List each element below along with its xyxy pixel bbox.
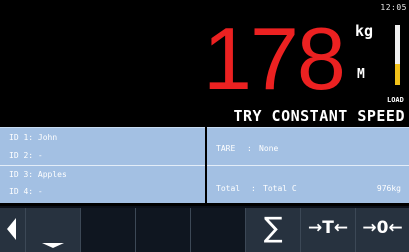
softkey-2[interactable] [80,208,135,252]
zero-icon: →0← [362,218,403,238]
prev-page-button[interactable] [0,208,25,252]
chevron-down-icon [42,243,64,248]
weight-unit: kg [355,22,374,40]
tare-button[interactable]: →T← [300,208,355,252]
mode-indicator: M [357,67,365,82]
softkey-3[interactable] [135,208,190,252]
tare-label: TARE [216,144,236,153]
sigma-icon: ∑ [263,211,283,244]
zero-button[interactable]: →0← [355,208,409,252]
divider [0,165,205,166]
arrow-left-icon [7,218,16,240]
divider [207,165,409,166]
id-line-2: ID 2: - [9,151,43,160]
softkey-4[interactable] [190,208,245,252]
softkey-bar: ∑ →T← →0← [0,206,409,252]
weight-readout: 178 [203,9,346,108]
clock: 12:05 [380,3,407,12]
tare-icon: →T← [307,218,349,238]
sum-button[interactable]: ∑ [245,208,300,252]
load-label: LOAD [387,96,404,104]
total-name: Total C [263,184,297,193]
total-amount: 976kg [376,184,401,193]
status-message: TRY CONSTANT SPEED [233,107,405,125]
tare-total-panel: TARE : None Total : Total C 976kg [207,127,409,203]
total-label: Total [216,184,241,193]
id-panel: ID 1: John ID 2: - ID 3: Apples ID 4: - [0,127,205,203]
load-bar [395,25,400,85]
tare-value: None [259,144,279,153]
id-line-1: ID 1: John [9,133,58,142]
softkey-1[interactable] [25,208,80,252]
scale-display: 12:05 178 kg M LOAD TRY CONSTANT SPEED I… [0,0,409,252]
load-bar-fill [395,64,400,85]
tare-separator: : [247,144,252,153]
total-separator: : [251,184,256,193]
id-line-4: ID 4: - [9,187,43,196]
id-line-3: ID 3: Apples [9,170,67,179]
